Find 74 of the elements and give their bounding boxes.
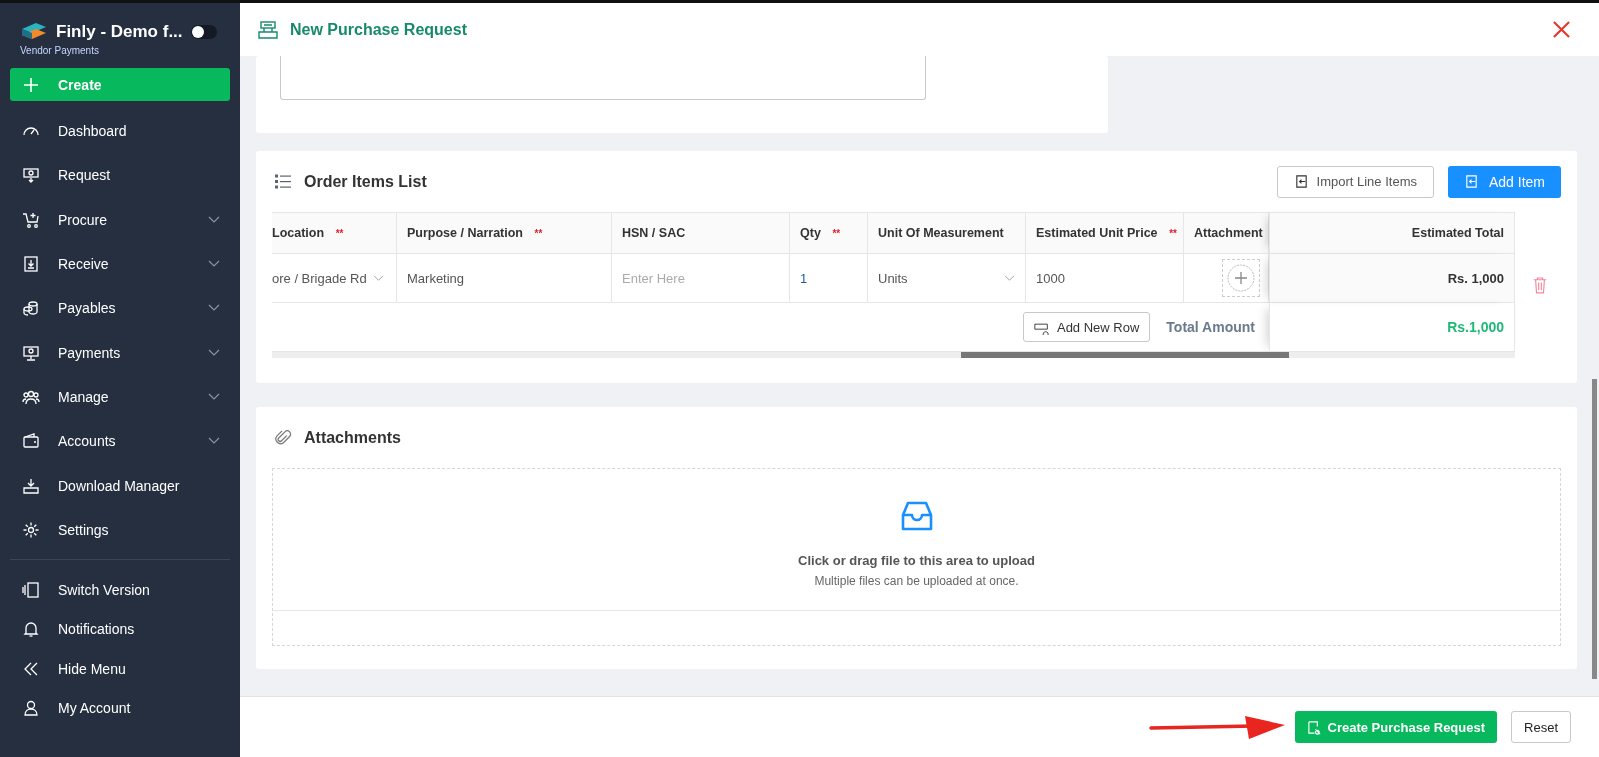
upload-subhint: Multiple files can be uploaded at once. <box>814 574 1019 588</box>
reset-button[interactable]: Reset <box>1511 711 1571 743</box>
section-title: Order Items List <box>304 172 427 191</box>
document-icon <box>1306 719 1322 735</box>
cart-icon <box>22 210 40 229</box>
receive-icon <box>22 255 40 274</box>
chevron-down-icon <box>208 437 220 446</box>
request-icon <box>22 166 40 185</box>
payments-icon <box>22 343 40 362</box>
sidebar-item[interactable]: Request <box>10 153 230 198</box>
chevron-down-icon <box>208 392 220 401</box>
sidebar-item[interactable]: Procure <box>10 197 230 242</box>
list-icon <box>274 173 292 190</box>
download-icon <box>22 476 40 495</box>
column-header: HSN / SAC <box>612 212 790 254</box>
location-select[interactable]: ore / Brigade Rd <box>272 254 397 303</box>
scrollbar-thumb[interactable] <box>1592 379 1597 679</box>
upload-drop-zone[interactable]: Click or drag file to this area to upload Multiple files can be uploaded at once. <box>272 468 1561 646</box>
total-label: Total Amount <box>1166 319 1255 335</box>
trash-icon[interactable] <box>1533 276 1547 294</box>
column-header: Purpose / Narration ** <box>397 212 612 254</box>
gear-icon <box>22 520 40 539</box>
sidebar-item[interactable]: Payments <box>10 330 230 375</box>
text-area[interactable] <box>280 56 926 100</box>
bell-icon <box>22 620 40 639</box>
brand-name: Finly - Demo f... <box>56 22 183 42</box>
sidebar-item[interactable]: Accounts <box>10 419 230 464</box>
import-icon <box>1463 174 1479 189</box>
column-header: Attachment <box>1184 212 1269 254</box>
chevron-down-icon <box>208 260 220 269</box>
chevron-down-icon <box>208 215 220 224</box>
add-new-row-button[interactable]: Add New Row <box>1022 312 1151 342</box>
import-icon <box>1293 174 1309 189</box>
import-line-items-button[interactable]: Import Line Items <box>1276 165 1434 198</box>
sidebar-item[interactable]: Payables <box>10 286 230 331</box>
sidebar-item[interactable]: Download Manager <box>10 463 230 508</box>
purpose-field[interactable]: Marketing <box>397 254 612 303</box>
unit-price-field[interactable]: 1000 <box>1026 254 1184 303</box>
brand-subtitle: Vendor Payments <box>19 45 100 56</box>
sidebar-item[interactable]: Dashboard <box>10 109 230 154</box>
switch-icon <box>22 580 40 599</box>
chevron-down-icon <box>372 274 384 282</box>
register-icon <box>258 19 278 40</box>
column-header: Estimated Total <box>1269 212 1515 254</box>
wallet-icon <box>22 432 40 451</box>
coins-icon <box>22 299 40 318</box>
chevron-down-icon <box>208 304 220 313</box>
upload-button[interactable] <box>1222 259 1260 297</box>
plus-icon <box>1226 263 1256 293</box>
column-header: Location ** <box>272 212 397 254</box>
column-header: Unit Of Measurement <box>868 212 1026 254</box>
toggle-switch[interactable] <box>190 25 217 39</box>
user-icon <box>22 699 40 718</box>
sidebar-item[interactable]: My Account <box>10 688 230 728</box>
unit-select[interactable]: Units <box>868 254 1026 303</box>
page-title: New Purchase Request <box>290 20 468 39</box>
chevron-down-icon <box>1004 274 1015 282</box>
table-cell: Rs. 1,000 <box>1269 254 1515 303</box>
column-header: Qty ** <box>790 212 868 254</box>
column-header: Estimated Unit Price ** <box>1026 212 1184 254</box>
sidebar-item[interactable]: Settings <box>10 507 230 552</box>
sidebar-item[interactable]: Notifications <box>10 609 230 649</box>
chevron-down-icon <box>208 348 220 357</box>
paperclip-icon <box>274 429 292 446</box>
sidebar-item[interactable]: Manage <box>10 374 230 420</box>
section-title: Attachments <box>304 428 401 447</box>
qty-field[interactable]: 1 <box>790 254 868 303</box>
sidebar-item[interactable]: Receive <box>10 241 230 287</box>
scrollbar-thumb[interactable] <box>961 352 1289 358</box>
plus-icon <box>22 75 40 94</box>
upload-hint: Click or drag file to this area to upload <box>798 553 1035 568</box>
close-icon[interactable] <box>1552 20 1571 39</box>
sidebar-item[interactable]: Switch Version <box>10 569 230 610</box>
sidebar-item[interactable]: Hide Menu <box>10 648 230 689</box>
